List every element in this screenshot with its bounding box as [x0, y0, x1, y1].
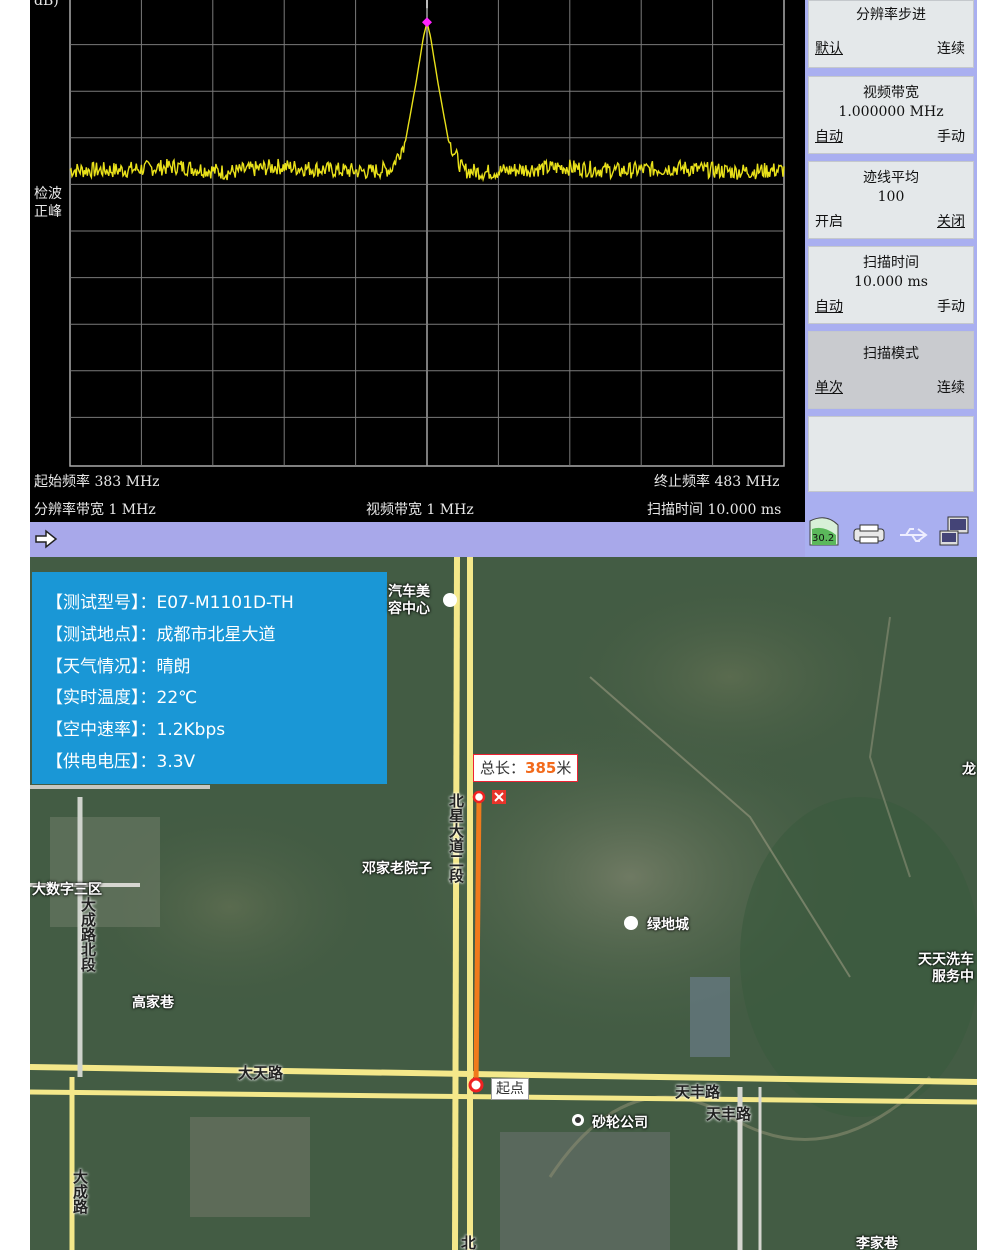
- residential-poi-icon: [624, 916, 638, 930]
- test-info-panel: 【测试型号】：E07-M1101D-TH 【测试地点】：成都市北星大道 【天气情…: [32, 572, 387, 784]
- usb-icon: [900, 528, 928, 542]
- spectrum-analyzer-screen: dB) 检波 正峰 起始频率 383 MHz 终止频率 483 MHz 分辨率带…: [30, 0, 977, 557]
- place-label-gaojia: 高家巷: [132, 995, 174, 1011]
- info-weather: 【天气情况】：晴朗: [46, 657, 191, 677]
- softkey-option-continuous[interactable]: 连续: [937, 377, 965, 397]
- info-model: 【测试型号】：E07-M1101D-TH: [46, 593, 294, 613]
- road-label-dacheng: 大成路: [71, 1169, 89, 1214]
- road-label-beixing: 北星大道二段: [447, 793, 465, 883]
- info-location: 【测试地点】：成都市北星大道: [46, 625, 276, 645]
- start-frequency: 起始频率 383 MHz: [34, 474, 160, 490]
- softkey-title: 迹线平均: [863, 170, 919, 186]
- place-label-car-2: 容中心: [388, 601, 430, 617]
- distance-unit: 米: [556, 759, 572, 777]
- softkey-trace-average[interactable]: 迹线平均 100 开启 关闭: [808, 161, 974, 239]
- softkey-title: 扫描时间: [863, 255, 919, 271]
- place-label-tiantian-2: 服务中: [932, 969, 974, 985]
- softkey-option-manual[interactable]: 手动: [937, 126, 965, 146]
- video-bandwidth: 视频带宽 1 MHz: [366, 502, 474, 518]
- softkey-option-on[interactable]: 开启: [815, 211, 843, 231]
- softkey-sweep-mode[interactable]: 扫描模式 单次 连续: [808, 331, 974, 409]
- instrument-status-area: 30.2: [808, 495, 974, 553]
- softkey-option-manual[interactable]: 手动: [937, 296, 965, 316]
- softkey-value: 1.000000 MHz: [838, 104, 944, 120]
- softkey-sweep-time[interactable]: 扫描时间 10.000 ms 自动 手动: [808, 246, 974, 324]
- route-start-point: [468, 1077, 484, 1093]
- road-label-bei: 北: [461, 1234, 477, 1250]
- arrow-right-icon[interactable]: [34, 528, 58, 550]
- car-wash-poi-icon: [443, 593, 457, 607]
- network-icon: [939, 516, 969, 546]
- softkey-option-auto[interactable]: 自动: [815, 296, 843, 316]
- place-label-long: 龙: [962, 762, 976, 778]
- place-label-lijia: 李家巷: [856, 1236, 898, 1250]
- measured-route: [473, 796, 482, 1086]
- plot-grid: [69, 0, 785, 467]
- close-route-icon: [492, 790, 506, 804]
- softkey-option-off[interactable]: 关闭: [937, 211, 965, 231]
- place-label-shalun: 砂轮公司: [592, 1115, 648, 1131]
- place-label-dengjia: 邓家老院子: [362, 861, 432, 877]
- info-air-rate: 【空中速率】：1.2Kbps: [46, 720, 226, 740]
- softkey-video-bandwidth[interactable]: 视频带宽 1.000000 MHz 自动 手动: [808, 76, 974, 154]
- softkey-value: 100: [877, 189, 905, 205]
- softkey-option-continuous[interactable]: 连续: [937, 38, 965, 58]
- info-temperature: 【实时温度】：22℃: [46, 688, 198, 708]
- softkey-title: 视频带宽: [863, 85, 919, 101]
- softkey-option-single[interactable]: 单次: [815, 377, 843, 397]
- softkey-value: 10.000 ms: [854, 274, 928, 290]
- satellite-map[interactable]: 【测试型号】：E07-M1101D-TH 【测试地点】：成都市北星大道 【天气情…: [30, 557, 977, 1250]
- road-label-dacheng-north: 大成路北段: [79, 897, 97, 972]
- place-label-lvdi: 绿地城: [647, 917, 689, 933]
- route-start-label: 起点: [491, 1078, 529, 1100]
- spectrum-plot: [69, 0, 785, 467]
- softkey-resolution-step[interactable]: 分辨率步进 默认 连续: [808, 0, 974, 68]
- temperature-readout: 30.2: [812, 533, 834, 544]
- detector-label-1: 检波: [34, 186, 62, 202]
- distance-value: 385: [525, 759, 557, 777]
- softkey-empty[interactable]: [808, 416, 974, 492]
- detector-label-2: 正峰: [34, 204, 62, 220]
- softkey-option-default[interactable]: 默认: [815, 38, 843, 58]
- softkey-panel: 分辨率步进 默认 连续 视频带宽 1.000000 MHz 自动 手动 迹线平均…: [805, 0, 977, 557]
- status-icons: 30.2: [809, 516, 969, 546]
- resolution-bandwidth: 分辨率带宽 1 MHz: [34, 502, 156, 518]
- info-voltage: 【供电电压】：3.3V: [46, 752, 196, 772]
- softkey-option-auto[interactable]: 自动: [815, 126, 843, 146]
- bottom-status-bar: [30, 522, 805, 557]
- softkey-title: 分辨率步进: [856, 7, 926, 23]
- place-label-digital: 大数字三区: [32, 882, 102, 898]
- distance-prefix: 总长：: [480, 759, 526, 777]
- route-end-point: [472, 790, 486, 804]
- softkey-title: 扫描模式: [863, 346, 919, 362]
- road-label-tianfeng-1: 天丰路: [675, 1083, 721, 1101]
- route-distance-callout: 总长：385米: [473, 754, 579, 782]
- printer-icon: [853, 524, 885, 544]
- sweep-time: 扫描时间 10.000 ms: [647, 502, 782, 518]
- road-label-datian: 大天路: [238, 1064, 284, 1082]
- peak-marker: [422, 17, 432, 28]
- road-label-tianfeng-2: 天丰路: [706, 1105, 752, 1123]
- y-unit-label: dB): [34, 0, 59, 9]
- stop-frequency: 终止频率 483 MHz: [654, 474, 780, 490]
